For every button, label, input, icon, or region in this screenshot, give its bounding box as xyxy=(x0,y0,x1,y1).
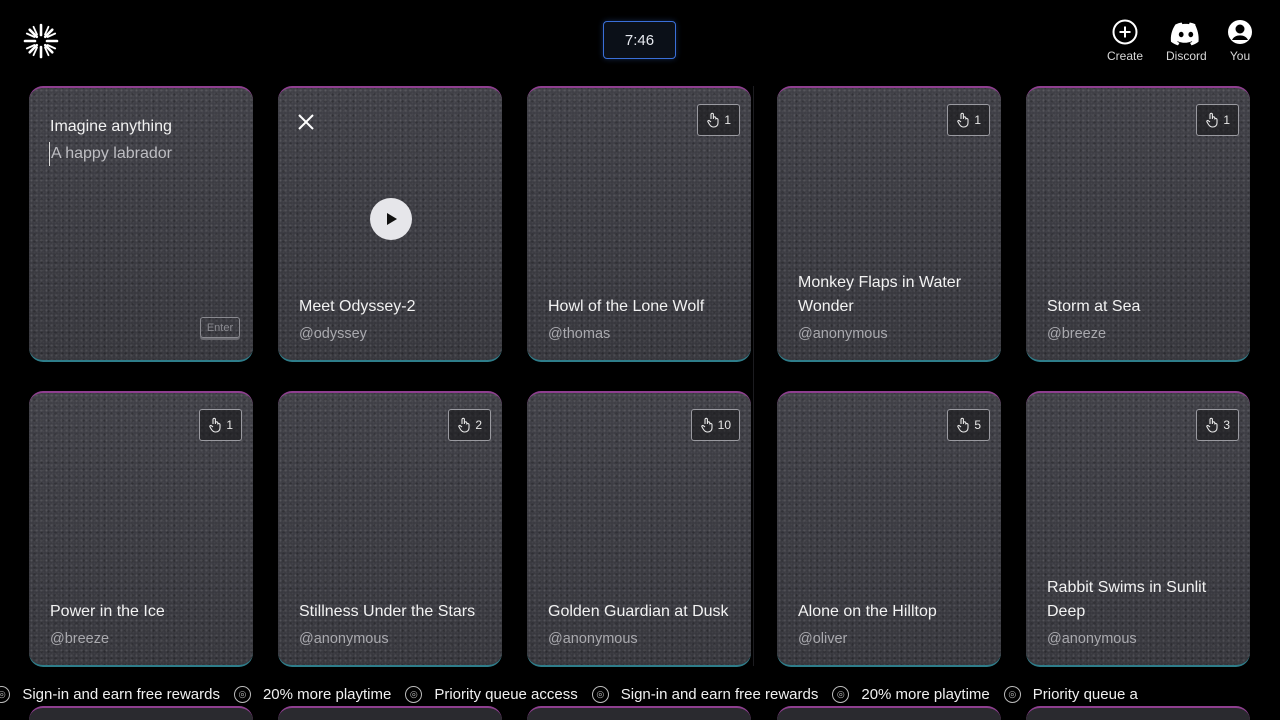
prompt-card[interactable]: Imagine anything Enter xyxy=(29,86,253,362)
tap-hand-icon xyxy=(700,417,713,433)
ticker-item: ◎ Priority queue a xyxy=(1003,685,1138,703)
world-card[interactable]: 1 Howl of the Lone Wolf @thomas xyxy=(527,86,751,362)
world-card-partial[interactable] xyxy=(527,706,751,720)
column-divider xyxy=(753,86,754,666)
tap-hand-icon xyxy=(209,417,221,433)
world-card[interactable]: Meet Odyssey-2 @odyssey xyxy=(278,86,502,362)
reward-coin-icon: ◎ xyxy=(233,685,251,703)
world-card-partial[interactable] xyxy=(29,706,253,720)
card-author[interactable]: @anonymous xyxy=(299,631,389,647)
card-author[interactable]: @oliver xyxy=(798,631,847,647)
prompt-input[interactable] xyxy=(49,142,229,166)
interaction-count-badge: 10 xyxy=(690,409,740,441)
card-author[interactable]: @anonymous xyxy=(1047,631,1137,647)
world-card-partial[interactable] xyxy=(278,706,502,720)
ticker-item: ◎ 20% more playtime xyxy=(832,685,990,703)
interaction-count-badge: 1 xyxy=(1196,104,1239,136)
reward-coin-icon: ◎ xyxy=(405,685,423,703)
discord-button[interactable]: Discord xyxy=(1166,18,1207,63)
discord-label: Discord xyxy=(1166,49,1207,63)
world-card[interactable]: 1 Power in the Ice @breeze xyxy=(29,391,253,667)
play-button[interactable] xyxy=(370,198,412,240)
reward-coin-icon: ◎ xyxy=(591,685,609,703)
interaction-count-badge: 5 xyxy=(947,409,990,441)
plus-circle-icon xyxy=(1112,19,1138,45)
tap-hand-icon xyxy=(957,112,969,128)
session-timer: 7:46 xyxy=(603,21,676,59)
interaction-count-badge: 2 xyxy=(448,409,491,441)
close-icon[interactable] xyxy=(296,112,316,132)
world-card-partial[interactable] xyxy=(777,706,1001,720)
rewards-ticker[interactable]: ess ◎ Sign-in and earn free rewards ◎ 20… xyxy=(0,681,1280,707)
tap-hand-icon xyxy=(1206,112,1218,128)
tap-hand-icon xyxy=(707,112,719,128)
interaction-count-badge: 1 xyxy=(199,409,242,441)
discord-icon xyxy=(1171,22,1199,46)
card-title: Stillness Under the Stars xyxy=(299,603,476,620)
ticker-item: ◎ Priority queue access xyxy=(405,685,578,703)
card-title: Storm at Sea xyxy=(1047,298,1141,315)
play-icon xyxy=(387,213,397,225)
interaction-count-badge: 1 xyxy=(947,104,990,136)
card-title: Rabbit Swims in Sunlit Deep xyxy=(1047,579,1207,620)
tap-hand-icon xyxy=(1206,417,1218,433)
profile-button[interactable]: You xyxy=(1226,18,1254,63)
card-author[interactable]: @odyssey xyxy=(299,326,367,342)
world-card[interactable]: 10 Golden Guardian at Dusk @anonymous xyxy=(527,391,751,667)
ticker-item: ◎ Sign-in and earn free rewards xyxy=(591,685,818,703)
reward-coin-icon: ◎ xyxy=(1003,685,1021,703)
card-author[interactable]: @thomas xyxy=(548,326,610,342)
user-circle-icon xyxy=(1228,20,1252,44)
card-title: Alone on the Hilltop xyxy=(798,603,937,620)
card-author[interactable]: @anonymous xyxy=(798,326,888,342)
card-author[interactable]: @breeze xyxy=(1047,326,1106,342)
card-title: Golden Guardian at Dusk xyxy=(548,603,729,620)
card-author[interactable]: @anonymous xyxy=(548,631,638,647)
reward-coin-icon: ◎ xyxy=(832,685,850,703)
world-card[interactable]: 3 Rabbit Swims in Sunlit Deep @anonymous xyxy=(1026,391,1250,667)
reward-coin-icon: ◎ xyxy=(0,685,11,703)
tap-hand-icon xyxy=(458,417,470,433)
card-author[interactable]: @breeze xyxy=(50,631,109,647)
interaction-count-badge: 3 xyxy=(1196,409,1239,441)
world-card[interactable]: 2 Stillness Under the Stars @anonymous xyxy=(278,391,502,667)
ticker-item: ◎ Sign-in and earn free rewards xyxy=(0,685,220,703)
enter-key-hint[interactable]: Enter xyxy=(200,317,240,338)
logo-icon[interactable] xyxy=(22,22,60,60)
card-title: Power in the Ice xyxy=(50,603,165,620)
card-title: Howl of the Lone Wolf xyxy=(548,298,705,315)
you-label: You xyxy=(1229,49,1251,63)
card-title: Monkey Flaps in Water Wonder xyxy=(798,274,962,315)
world-card[interactable]: 5 Alone on the Hilltop @oliver xyxy=(777,391,1001,667)
ticker-item: ◎ 20% more playtime xyxy=(233,685,391,703)
create-label: Create xyxy=(1107,49,1144,63)
interaction-count-badge: 1 xyxy=(697,104,740,136)
card-title: Meet Odyssey-2 xyxy=(299,298,416,315)
create-button[interactable]: Create xyxy=(1107,18,1143,63)
world-card-partial[interactable] xyxy=(1026,706,1250,720)
tap-hand-icon xyxy=(957,417,969,433)
world-card[interactable]: 1 Monkey Flaps in Water Wonder @anonymou… xyxy=(777,86,1001,362)
prompt-label: Imagine anything xyxy=(50,118,172,135)
world-card[interactable]: 1 Storm at Sea @breeze xyxy=(1026,86,1250,362)
